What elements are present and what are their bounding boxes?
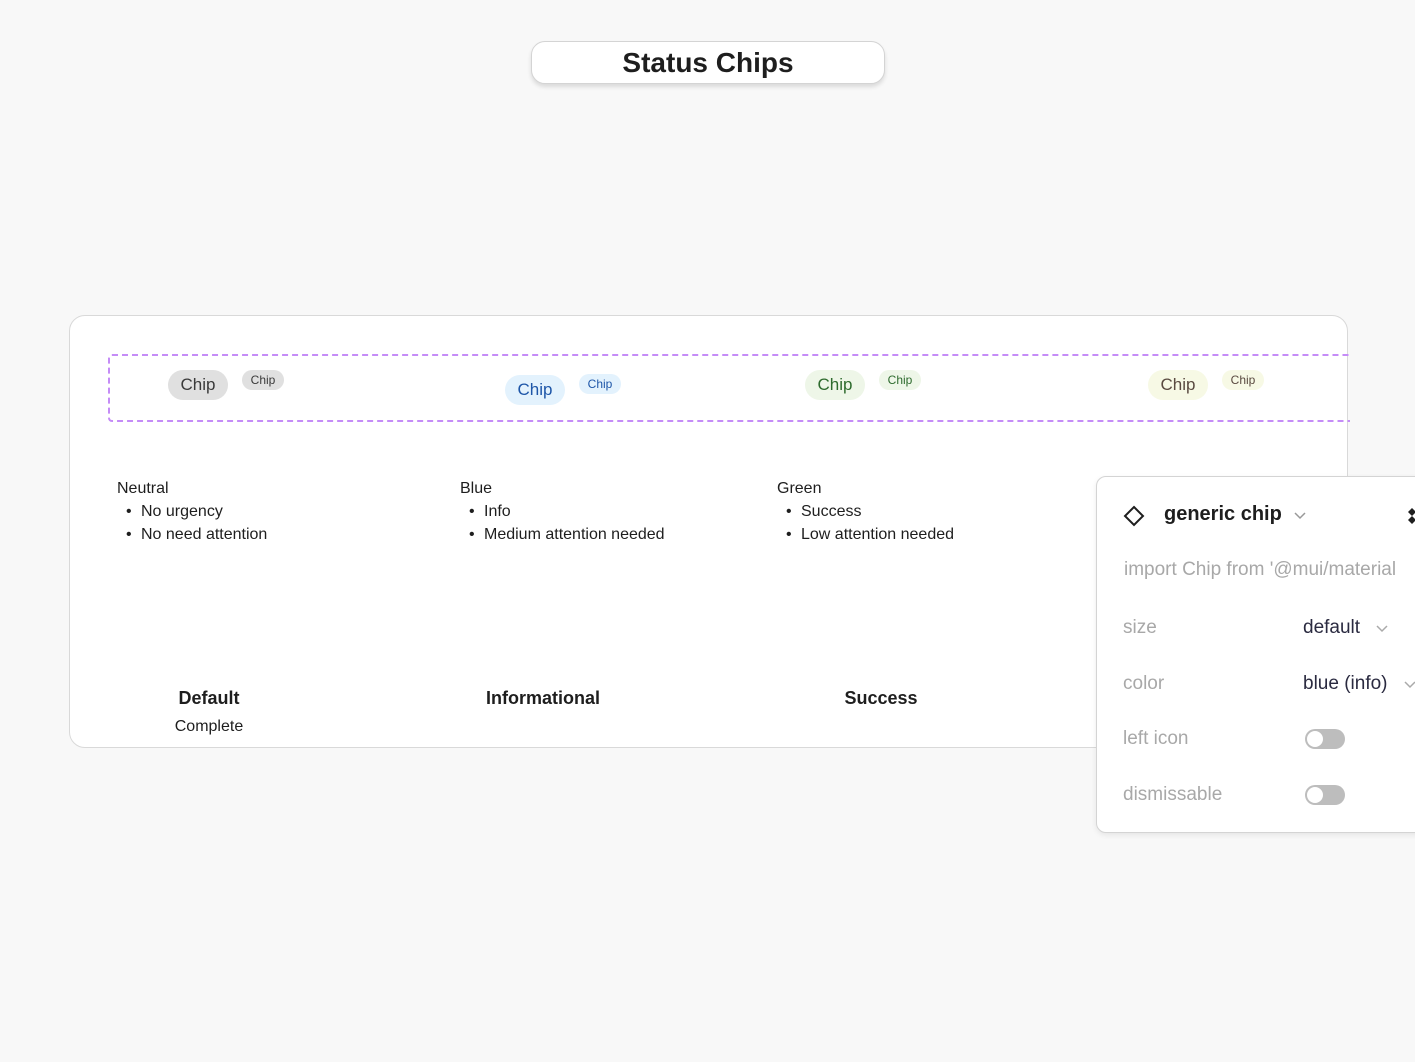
- subheading-default: Complete: [174, 718, 244, 735]
- heading-success: Success: [844, 688, 918, 708]
- bullet: Medium attention needed: [469, 523, 665, 546]
- chip-yellow-small[interactable]: Chip: [1222, 370, 1264, 390]
- color-select[interactable]: blue (info): [1303, 673, 1388, 695]
- component-name[interactable]: generic chip: [1164, 503, 1282, 526]
- left-icon-toggle[interactable]: [1305, 729, 1345, 749]
- chip-blue[interactable]: Chip: [505, 375, 565, 405]
- component-diamond-icon: [1123, 505, 1145, 527]
- chip-green-small[interactable]: Chip: [879, 370, 921, 390]
- chip-yellow[interactable]: Chip: [1148, 370, 1208, 400]
- properties-panel: generic chip import Chip from '@mui/mate…: [1096, 476, 1415, 833]
- bullet: No urgency: [126, 500, 267, 523]
- chip-neutral[interactable]: Chip: [168, 370, 228, 400]
- dismissable-toggle[interactable]: [1305, 785, 1345, 805]
- chip-green[interactable]: Chip: [805, 370, 865, 400]
- chevron-down-icon[interactable]: [1375, 623, 1389, 633]
- description-green: Green SuccessLow attention needed: [777, 477, 954, 546]
- description-title: Green: [777, 480, 822, 497]
- chip-neutral-small[interactable]: Chip: [242, 370, 284, 390]
- prop-label-color: color: [1123, 673, 1165, 694]
- heading-default: Default: [178, 688, 240, 708]
- chip-blue-small[interactable]: Chip: [579, 374, 621, 394]
- description-blue: Blue InfoMedium attention needed: [460, 477, 665, 546]
- description-title: Blue: [460, 480, 493, 497]
- bullet: Low attention needed: [786, 523, 954, 546]
- heading-informational: Informational: [485, 688, 600, 708]
- component-instance-icon[interactable]: [1405, 506, 1415, 524]
- description-title: Neutral: [117, 480, 169, 497]
- prop-label-size: size: [1123, 617, 1157, 638]
- page-title: Status Chips: [531, 41, 885, 84]
- prop-label-left-icon: left icon: [1123, 728, 1189, 749]
- import-statement: import Chip from '@mui/material: [1124, 559, 1397, 580]
- size-select[interactable]: default: [1303, 617, 1360, 639]
- bullet: No need attention: [126, 523, 267, 546]
- bullet: Success: [786, 500, 954, 523]
- description-neutral: Neutral No urgencyNo need attention: [117, 477, 267, 546]
- chevron-down-icon[interactable]: [1293, 510, 1307, 520]
- chevron-down-icon[interactable]: [1403, 679, 1415, 689]
- bullet: Info: [469, 500, 665, 523]
- prop-label-dismissable: dismissable: [1123, 784, 1223, 805]
